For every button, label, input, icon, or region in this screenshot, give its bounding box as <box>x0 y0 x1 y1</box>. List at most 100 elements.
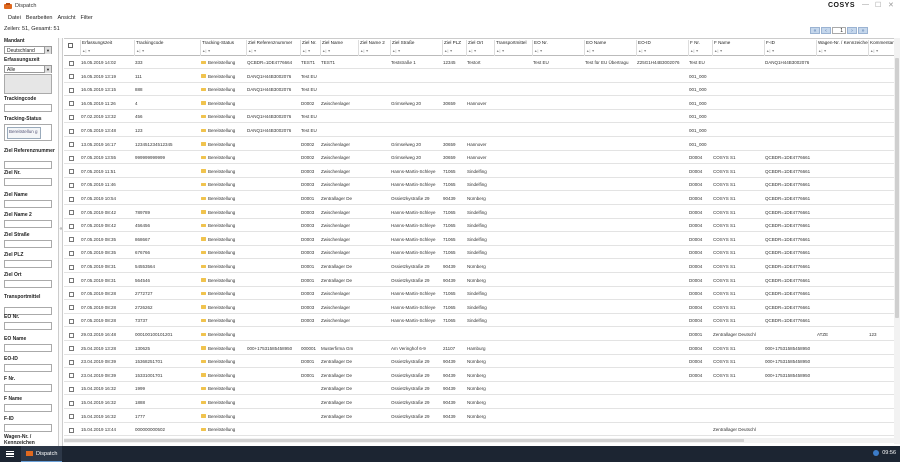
next-page-button[interactable]: › <box>847 27 857 34</box>
row-checkbox[interactable] <box>69 210 74 216</box>
table-row[interactable]: 07.05.2019 08:31 54553564 Bereitstellung D0… <box>64 261 894 273</box>
table-row[interactable]: 29.03.2019 16:48 000100100101201 Bereitste… <box>64 329 894 341</box>
table-row[interactable]: 16.05.2019 11:26 4 Bereitstellung D0002 Zwis… <box>64 98 894 110</box>
table-row[interactable]: 07.05.2019 11:51 Bereitstellung D0003 Zwisc… <box>64 166 894 178</box>
row-checkbox[interactable] <box>69 427 74 433</box>
row-checkbox[interactable] <box>69 87 74 93</box>
menu-ansicht[interactable]: Ansicht <box>57 15 75 21</box>
trackingcode-input[interactable] <box>4 104 52 112</box>
row-checkbox[interactable] <box>69 223 74 229</box>
sort-icon[interactable]: ▲| ▼ <box>444 49 466 53</box>
row-checkbox[interactable] <box>69 373 74 379</box>
chevron-down-icon[interactable]: ▼ <box>44 66 51 73</box>
first-page-button[interactable]: « <box>810 27 820 34</box>
checkbox-icon[interactable] <box>68 43 73 48</box>
status-chip[interactable]: Bereitstellun g <box>7 127 41 139</box>
column-header[interactable]: EO Name ▲| ▼ <box>584 40 636 56</box>
table-row[interactable]: 07.05.2019 08:28 2726262 Bereitstellung D00… <box>64 302 894 314</box>
row-checkbox[interactable] <box>69 332 74 338</box>
mandant-select[interactable]: Deutschland ▼ <box>4 46 52 54</box>
sort-icon[interactable]: ▲| ▼ <box>302 49 320 53</box>
close-button[interactable]: ✕ <box>888 1 894 9</box>
start-menu-icon[interactable] <box>3 446 17 462</box>
row-checkbox[interactable] <box>69 237 74 243</box>
table-row[interactable]: 07.05.2019 08:42 789789 Bereitstellung D000… <box>64 207 894 219</box>
sort-icon[interactable]: ▲| ▼ <box>638 49 688 53</box>
row-checkbox[interactable] <box>69 386 74 392</box>
network-icon[interactable] <box>873 450 880 456</box>
sort-icon[interactable]: ▲| ▼ <box>392 49 442 53</box>
row-checkbox[interactable] <box>69 264 74 270</box>
sort-icon[interactable]: ▲| ▼ <box>360 49 390 53</box>
row-checkbox[interactable] <box>69 142 74 148</box>
chevron-down-icon[interactable]: ▼ <box>44 47 51 54</box>
filter-input[interactable] <box>4 161 52 169</box>
column-header[interactable]: Ziel Referenznummer ▲| ▼ <box>246 40 300 56</box>
vertical-scrollbar[interactable] <box>894 38 900 444</box>
sort-icon[interactable]: ▲| ▼ <box>322 49 358 53</box>
filter-input[interactable] <box>4 200 52 208</box>
column-header[interactable]: Ziel Name 2 ▲| ▼ <box>358 40 390 56</box>
row-checkbox[interactable] <box>69 74 74 80</box>
sort-icon[interactable]: ▲| ▼ <box>468 49 494 53</box>
table-row[interactable]: 13.05.2019 16:17 123451234512345 Bereitste… <box>64 139 894 151</box>
sort-icon[interactable]: ▲| ▼ <box>690 49 712 53</box>
sort-icon[interactable]: ▲| ▼ <box>136 49 200 53</box>
sort-icon[interactable]: ▲| ▼ <box>766 49 816 53</box>
table-row[interactable]: 07.05.2019 08:35 676766 Bereitstellung D000… <box>64 247 894 260</box>
column-header[interactable]: Ziel Nr. ▲| ▼ <box>300 40 320 56</box>
table-row[interactable]: 07.05.2019 08:42 456456 Bereitstellung D000… <box>64 220 894 233</box>
sort-icon[interactable]: ▲| ▼ <box>202 49 246 53</box>
row-checkbox[interactable] <box>69 169 74 175</box>
sort-icon[interactable]: ▲| ▼ <box>534 49 584 53</box>
column-header[interactable]: Tracking-Status ▲| ▼ <box>200 40 246 56</box>
filter-input[interactable] <box>4 220 52 228</box>
column-header[interactable]: Wagen-Nr. / Kennzeichen ▲| ▼ <box>816 40 868 56</box>
table-row[interactable]: 07.05.2019 11:46 Bereitstellung D0003 Zwisc… <box>64 179 894 192</box>
column-header[interactable]: Ziel PLZ ▲| ▼ <box>442 40 466 56</box>
scroll-thumb[interactable] <box>895 58 899 318</box>
column-header[interactable]: Ziel Straße ▲| ▼ <box>390 40 442 56</box>
filter-input[interactable] <box>4 260 52 268</box>
filter-input[interactable] <box>4 178 52 186</box>
table-row[interactable]: 16.05.2019 14:02 333 Bereitstellung QCBDR=1… <box>64 57 894 69</box>
table-row[interactable]: 23.04.2019 08:39 15331001701 Bereitstellun… <box>64 370 894 382</box>
row-checkbox[interactable] <box>69 359 74 365</box>
filter-input[interactable] <box>4 322 52 330</box>
splitter-grip-icon[interactable]: « <box>60 226 63 232</box>
row-checkbox[interactable] <box>69 114 74 120</box>
filter-input[interactable] <box>4 344 52 352</box>
column-header[interactable]: F-ID ▲| ▼ <box>764 40 816 56</box>
table-row[interactable]: 07.05.2019 08:35 868667 Bereitstellung D000… <box>64 234 894 246</box>
table-row[interactable]: 07.05.2019 08:28 73737 Bereitstellung D0003… <box>64 315 894 328</box>
table-row[interactable]: 07.05.2019 10:54 Bereitstellung D0001 Zentr… <box>64 193 894 205</box>
table-row[interactable]: 15.04.2019 16:32 1999 Bereitstellung Zentra… <box>64 383 894 396</box>
row-checkbox[interactable] <box>69 128 74 134</box>
erfassungszeit-select[interactable]: Alle ▼ <box>4 65 52 73</box>
table-row[interactable]: 07.05.2019 13:48 123 Bereitstellung DANQ1H4… <box>64 125 894 137</box>
sort-icon[interactable]: ▲| ▼ <box>714 49 764 53</box>
column-header[interactable]: Transportmittel ▲| ▼ <box>494 40 532 56</box>
menu-datei[interactable]: Datei <box>8 15 21 21</box>
sort-icon[interactable]: ▲| ▼ <box>870 49 894 53</box>
row-checkbox[interactable] <box>69 196 74 202</box>
column-header[interactable]: Ziel Ort ▲| ▼ <box>466 40 494 56</box>
row-checkbox[interactable] <box>69 250 74 256</box>
table-row[interactable]: 23.04.2019 08:39 15368251701 Bereitstellun… <box>64 356 894 369</box>
table-row[interactable]: 07.05.2019 08:28 2772727 Bereitstellung D00… <box>64 288 894 301</box>
column-header[interactable]: EO Nr. ▲| ▼ <box>532 40 584 56</box>
row-checkbox[interactable] <box>69 278 74 284</box>
row-checkbox[interactable] <box>69 60 74 66</box>
column-header[interactable]: Ziel Name ▲| ▼ <box>320 40 358 56</box>
filter-input[interactable] <box>4 280 52 288</box>
status-list[interactable]: Bereitstellun g <box>4 124 52 141</box>
filter-input[interactable] <box>4 240 52 248</box>
horizontal-scrollbar[interactable] <box>64 438 894 443</box>
column-header[interactable]: F Name ▲| ▼ <box>712 40 764 56</box>
sort-icon[interactable]: ▲| ▼ <box>586 49 636 53</box>
panel-splitter[interactable]: « <box>58 38 63 446</box>
column-header[interactable]: Kommentar ▲| ▼ <box>868 40 894 56</box>
filter-input[interactable] <box>4 364 52 372</box>
row-checkbox[interactable] <box>69 400 74 406</box>
filter-input[interactable] <box>4 424 52 432</box>
